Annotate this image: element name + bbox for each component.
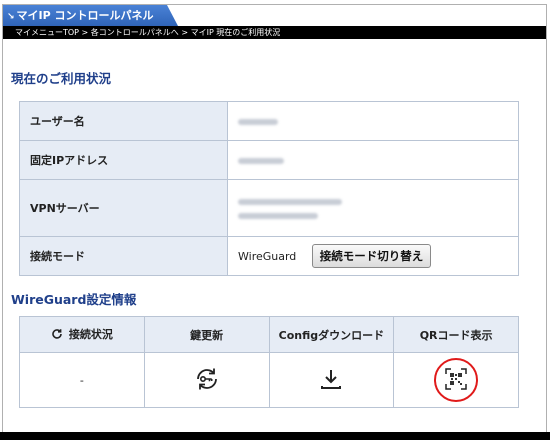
col-connection-status: 接続状況 [19,316,145,353]
col-key-update: 鍵更新 [143,316,270,353]
key-update-icon[interactable] [192,366,222,395]
vpn-server-label: VPNサーバー [19,179,228,237]
usage-table: ユーザー名 固定IPアドレス VPNサーバー 接続モード WireGuard 接… [19,101,519,276]
fixed-ip-label: 固定IPアドレス [19,140,228,180]
table-header-row: 接続状況 鍵更新 Configダウンロード QRコード表示 [19,316,519,353]
connection-mode-label: 接続モード [19,236,228,276]
username-value [227,101,519,141]
connection-mode-value: WireGuard [238,250,297,263]
connection-mode-cell: WireGuard 接続モード切り替え [227,236,519,276]
qr-code-cell [393,352,519,408]
config-download-cell [268,352,395,408]
corner-arrow-icon: ↘ [7,12,15,22]
usage-heading: 現在のご利用状況 [11,71,112,86]
refresh-icon[interactable] [51,328,63,343]
col-config-download: Configダウンロード [268,316,395,353]
breadcrumb[interactable]: マイメニューTOP > 各コントロールパネルへ > マイIP 現在のご利用状況 [3,26,546,39]
vpn-server-value [227,179,519,237]
control-panel-frame: ↘ マイIP コントロールパネル マイメニューTOP > 各コントロールパネルへ … [2,4,547,434]
table-row: 接続モード WireGuard 接続モード切り替え [19,236,519,276]
key-update-cell [143,352,270,408]
fixed-ip-value [227,140,519,180]
table-row: VPNサーバー [19,179,519,237]
panel-title-tab: ↘ マイIP コントロールパネル [3,5,178,26]
table-row: ユーザー名 [19,101,519,141]
panel-title: マイIP コントロールパネル [16,9,154,22]
connection-status-value: - [19,352,145,408]
wireguard-heading: WireGuard設定情報 [11,292,137,307]
switch-mode-button[interactable]: 接続モード切り替え [311,244,432,268]
download-icon[interactable] [319,367,343,394]
wireguard-table: 接続状況 鍵更新 Configダウンロード QRコード表示 - [19,316,519,408]
col-connection-status-label: 接続状況 [68,328,113,342]
bottom-bar [0,432,550,440]
qr-highlight-circle [434,358,479,402]
table-row: - [19,352,519,408]
table-row: 固定IPアドレス [19,140,519,180]
col-qr-code: QRコード表示 [393,316,519,353]
username-label: ユーザー名 [19,101,228,141]
qr-code-icon[interactable] [445,367,467,393]
